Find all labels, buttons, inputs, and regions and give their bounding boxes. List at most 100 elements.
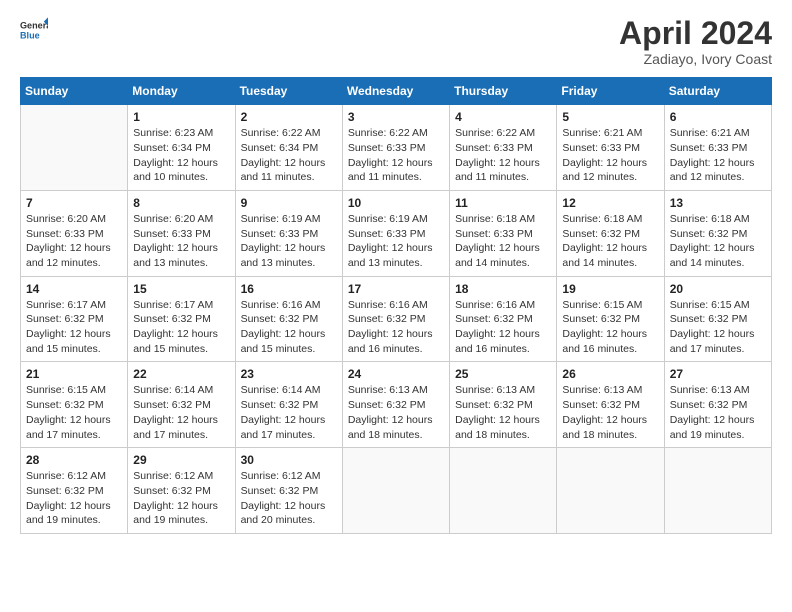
day-number: 26: [562, 367, 658, 381]
day-number: 2: [241, 110, 337, 124]
calendar-cell: 1 Sunrise: 6:23 AM Sunset: 6:34 PM Daylig…: [128, 105, 235, 191]
calendar-cell: 6Sunrise: 6:21 AM Sunset: 6:33 PM Daylig…: [664, 105, 771, 191]
calendar-title: April 2024: [619, 16, 772, 51]
calendar-cell: 5 Sunrise: 6:21 AM Sunset: 6:33 PM Daylig…: [557, 105, 664, 191]
calendar-cell: 28 Sunrise: 6:12 AM Sunset: 6:32 PM Dayli…: [21, 448, 128, 534]
day-detail: Sunrise: 6:21 AM Sunset: 6:33 PM Dayligh…: [562, 126, 658, 185]
header: General Blue April 2024 Zadiayo, Ivory C…: [20, 16, 772, 67]
day-detail: Sunrise: 6:22 AM Sunset: 6:34 PM Dayligh…: [241, 126, 337, 185]
day-number: 12: [562, 196, 658, 210]
calendar-cell: [21, 105, 128, 191]
calendar-cell: 27Sunrise: 6:13 AM Sunset: 6:32 PM Dayli…: [664, 362, 771, 448]
day-detail: Sunrise: 6:16 AM Sunset: 6:32 PM Dayligh…: [455, 298, 551, 357]
logo: General Blue: [20, 16, 48, 44]
calendar-cell: 24 Sunrise: 6:13 AM Sunset: 6:32 PM Dayli…: [342, 362, 449, 448]
day-detail: Sunrise: 6:21 AM Sunset: 6:33 PM Dayligh…: [670, 126, 766, 185]
day-number: 4: [455, 110, 551, 124]
svg-text:General: General: [20, 21, 48, 31]
calendar-cell: 7 Sunrise: 6:20 AM Sunset: 6:33 PM Daylig…: [21, 190, 128, 276]
day-number: 10: [348, 196, 444, 210]
day-number: 30: [241, 453, 337, 467]
day-number: 24: [348, 367, 444, 381]
logo-icon: General Blue: [20, 16, 48, 44]
day-detail: Sunrise: 6:22 AM Sunset: 6:33 PM Dayligh…: [348, 126, 444, 185]
day-detail: Sunrise: 6:13 AM Sunset: 6:32 PM Dayligh…: [348, 383, 444, 442]
day-detail: Sunrise: 6:20 AM Sunset: 6:33 PM Dayligh…: [133, 212, 229, 271]
calendar-cell: [450, 448, 557, 534]
week-row-5: 28 Sunrise: 6:12 AM Sunset: 6:32 PM Dayli…: [21, 448, 772, 534]
calendar-cell: 30 Sunrise: 6:12 AM Sunset: 6:32 PM Dayli…: [235, 448, 342, 534]
calendar-cell: 3 Sunrise: 6:22 AM Sunset: 6:33 PM Daylig…: [342, 105, 449, 191]
day-detail: Sunrise: 6:18 AM Sunset: 6:32 PM Dayligh…: [562, 212, 658, 271]
day-detail: Sunrise: 6:12 AM Sunset: 6:32 PM Dayligh…: [241, 469, 337, 528]
day-detail: Sunrise: 6:20 AM Sunset: 6:33 PM Dayligh…: [26, 212, 122, 271]
day-number: 11: [455, 196, 551, 210]
header-sunday: Sunday: [21, 78, 128, 105]
calendar-cell: 23 Sunrise: 6:14 AM Sunset: 6:32 PM Dayli…: [235, 362, 342, 448]
day-detail: Sunrise: 6:22 AM Sunset: 6:33 PM Dayligh…: [455, 126, 551, 185]
day-number: 7: [26, 196, 122, 210]
title-block: April 2024 Zadiayo, Ivory Coast: [619, 16, 772, 67]
page: General Blue April 2024 Zadiayo, Ivory C…: [0, 0, 792, 550]
day-number: 5: [562, 110, 658, 124]
week-row-4: 21 Sunrise: 6:15 AM Sunset: 6:32 PM Dayli…: [21, 362, 772, 448]
day-number: 9: [241, 196, 337, 210]
day-number: 15: [133, 282, 229, 296]
calendar-table: Sunday Monday Tuesday Wednesday Thursday…: [20, 77, 772, 534]
day-number: 25: [455, 367, 551, 381]
calendar-cell: 16 Sunrise: 6:16 AM Sunset: 6:32 PM Dayli…: [235, 276, 342, 362]
day-number: 1: [133, 110, 229, 124]
day-detail: Sunrise: 6:18 AM Sunset: 6:33 PM Dayligh…: [455, 212, 551, 271]
day-detail: Sunrise: 6:19 AM Sunset: 6:33 PM Dayligh…: [348, 212, 444, 271]
calendar-cell: 9 Sunrise: 6:19 AM Sunset: 6:33 PM Daylig…: [235, 190, 342, 276]
calendar-cell: 19 Sunrise: 6:15 AM Sunset: 6:32 PM Dayli…: [557, 276, 664, 362]
day-detail: Sunrise: 6:16 AM Sunset: 6:32 PM Dayligh…: [348, 298, 444, 357]
day-detail: Sunrise: 6:15 AM Sunset: 6:32 PM Dayligh…: [26, 383, 122, 442]
calendar-cell: 20 Sunrise: 6:15 AM Sunset: 6:32 PM Dayli…: [664, 276, 771, 362]
day-detail: Sunrise: 6:18 AM Sunset: 6:32 PM Dayligh…: [670, 212, 766, 271]
header-monday: Monday: [128, 78, 235, 105]
calendar-cell: 18Sunrise: 6:16 AM Sunset: 6:32 PM Dayli…: [450, 276, 557, 362]
day-detail: Sunrise: 6:16 AM Sunset: 6:32 PM Dayligh…: [241, 298, 337, 357]
day-detail: Sunrise: 6:14 AM Sunset: 6:32 PM Dayligh…: [133, 383, 229, 442]
day-number: 13: [670, 196, 766, 210]
calendar-cell: 2 Sunrise: 6:22 AM Sunset: 6:34 PM Daylig…: [235, 105, 342, 191]
calendar-cell: 13 Sunrise: 6:18 AM Sunset: 6:32 PM Dayli…: [664, 190, 771, 276]
day-number: 14: [26, 282, 122, 296]
day-detail: Sunrise: 6:15 AM Sunset: 6:32 PM Dayligh…: [562, 298, 658, 357]
calendar-cell: 8 Sunrise: 6:20 AM Sunset: 6:33 PM Daylig…: [128, 190, 235, 276]
day-number: 20: [670, 282, 766, 296]
day-number: 19: [562, 282, 658, 296]
day-detail: Sunrise: 6:15 AM Sunset: 6:32 PM Dayligh…: [670, 298, 766, 357]
header-saturday: Saturday: [664, 78, 771, 105]
day-number: 3: [348, 110, 444, 124]
calendar-cell: [664, 448, 771, 534]
day-detail: Sunrise: 6:12 AM Sunset: 6:32 PM Dayligh…: [26, 469, 122, 528]
day-number: 23: [241, 367, 337, 381]
calendar-cell: [557, 448, 664, 534]
calendar-cell: 10 Sunrise: 6:19 AM Sunset: 6:33 PM Dayli…: [342, 190, 449, 276]
calendar-cell: 17 Sunrise: 6:16 AM Sunset: 6:32 PM Dayli…: [342, 276, 449, 362]
day-number: 17: [348, 282, 444, 296]
weekday-header-row: Sunday Monday Tuesday Wednesday Thursday…: [21, 78, 772, 105]
day-number: 28: [26, 453, 122, 467]
calendar-cell: 21 Sunrise: 6:15 AM Sunset: 6:32 PM Dayli…: [21, 362, 128, 448]
day-detail: Sunrise: 6:14 AM Sunset: 6:32 PM Dayligh…: [241, 383, 337, 442]
day-detail: Sunrise: 6:17 AM Sunset: 6:32 PM Dayligh…: [26, 298, 122, 357]
week-row-3: 14 Sunrise: 6:17 AM Sunset: 6:32 PM Dayli…: [21, 276, 772, 362]
header-friday: Friday: [557, 78, 664, 105]
day-number: 16: [241, 282, 337, 296]
day-detail: Sunrise: 6:23 AM Sunset: 6:34 PM Dayligh…: [133, 126, 229, 185]
calendar-cell: 12 Sunrise: 6:18 AM Sunset: 6:32 PM Dayli…: [557, 190, 664, 276]
day-number: 8: [133, 196, 229, 210]
calendar-subtitle: Zadiayo, Ivory Coast: [619, 51, 772, 67]
header-tuesday: Tuesday: [235, 78, 342, 105]
calendar-cell: 11 Sunrise: 6:18 AM Sunset: 6:33 PM Dayli…: [450, 190, 557, 276]
calendar-cell: 26Sunrise: 6:13 AM Sunset: 6:32 PM Dayli…: [557, 362, 664, 448]
day-detail: Sunrise: 6:19 AM Sunset: 6:33 PM Dayligh…: [241, 212, 337, 271]
week-row-2: 7 Sunrise: 6:20 AM Sunset: 6:33 PM Daylig…: [21, 190, 772, 276]
day-detail: Sunrise: 6:13 AM Sunset: 6:32 PM Dayligh…: [455, 383, 551, 442]
day-detail: Sunrise: 6:13 AM Sunset: 6:32 PM Dayligh…: [670, 383, 766, 442]
day-number: 21: [26, 367, 122, 381]
calendar-cell: 14 Sunrise: 6:17 AM Sunset: 6:32 PM Dayli…: [21, 276, 128, 362]
